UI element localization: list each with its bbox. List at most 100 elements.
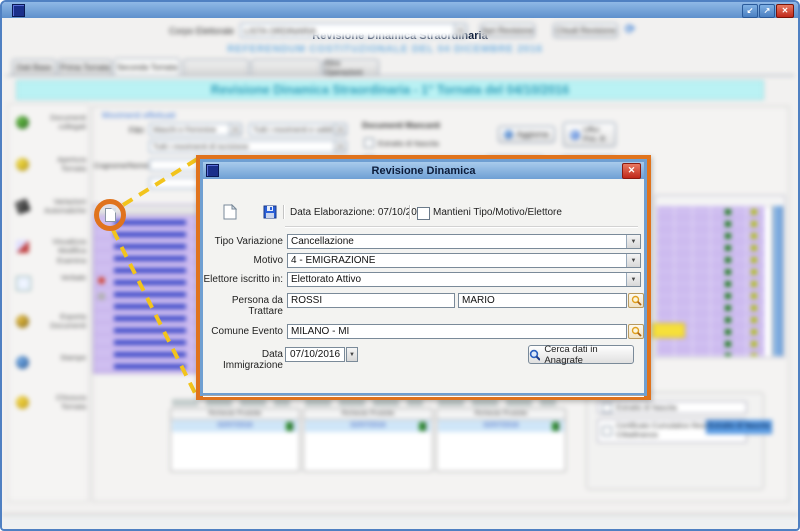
aggiorna-button[interactable]: Aggiorna bbox=[498, 126, 555, 143]
panel-selected-row[interactable]: 02/07/2016 bbox=[438, 420, 564, 432]
comune-search-button[interactable] bbox=[628, 324, 644, 339]
chiudi-revisione-button[interactable]: Chiudi Revisione bbox=[553, 23, 618, 38]
tab-seconda-tornata[interactable]: Seconda Tornata bbox=[114, 58, 180, 75]
mantieni-checkbox-icon[interactable] bbox=[417, 207, 430, 220]
caption-strip bbox=[305, 399, 423, 406]
corpo-elettorale-combo[interactable]: LISTA ORDINARIA ▼ bbox=[240, 23, 467, 38]
sidebar-item-label: Esporta Documenti bbox=[36, 312, 86, 331]
window-content: Corpo Elettorale LISTA ORDINARIA ▼ Apri … bbox=[2, 18, 798, 529]
tipo-variazione-combo[interactable]: Cancellazione ▼ bbox=[287, 234, 641, 249]
tipo-variazione-label: Tipo Variazione bbox=[203, 236, 283, 247]
refresh-icon[interactable]: ⟳ bbox=[625, 22, 638, 37]
green-doc-icon bbox=[419, 422, 426, 431]
panel-selected-row[interactable]: 02/07/2016 bbox=[172, 420, 298, 432]
elettore-iscritto-combo[interactable]: Elettorato Attivo ▼ bbox=[287, 272, 641, 287]
richieste-panel-1[interactable]: Richieste Prodotte 02/07/2016 bbox=[170, 408, 300, 472]
aggiorna-label: Aggiorna bbox=[516, 130, 548, 139]
print-icon bbox=[16, 356, 29, 369]
chevron-down-icon[interactable]: ▼ bbox=[229, 124, 241, 135]
checkbox-icon[interactable] bbox=[602, 403, 612, 413]
search-icon bbox=[631, 295, 642, 306]
elettore-iscritto-label: Elettore iscritto in: bbox=[203, 274, 283, 285]
chevron-down-icon[interactable]: ▼ bbox=[626, 235, 640, 248]
elettore-iscritto-value: Elettorato Attivo bbox=[291, 274, 361, 285]
filter-mov-combo[interactable]: Tutti i movimenti e validi▼ bbox=[249, 123, 347, 136]
sidebar-item-apertura-tornata[interactable]: Apertura Tornata bbox=[10, 150, 86, 184]
pen-icon bbox=[14, 198, 31, 215]
save-icon[interactable] bbox=[263, 204, 277, 219]
sidebar-item-chiusura-tornata[interactable]: Chiusura Tornata bbox=[10, 388, 86, 422]
highlight-circle bbox=[94, 199, 126, 231]
apri-revisione-button[interactable]: Apri Revisione bbox=[480, 23, 535, 38]
close-session-icon bbox=[16, 396, 29, 409]
tab-blank-1[interactable] bbox=[183, 59, 249, 75]
tab-altre-operazioni[interactable]: Altre Operazioni bbox=[323, 59, 379, 75]
tab-prima-tornata[interactable]: Prima Tornata bbox=[58, 59, 112, 75]
panel-selected-row[interactable]: 02/07/2016 bbox=[305, 420, 431, 432]
app-icon bbox=[12, 4, 25, 17]
export-icon bbox=[16, 315, 29, 328]
sidebar-item-documenti-collegati[interactable]: Documenti collegati bbox=[10, 108, 86, 142]
sidebar-item-label: Stampe bbox=[36, 353, 86, 362]
estratto-tooltip: Estratto di Nascita bbox=[706, 420, 772, 434]
chevron-down-icon[interactable]: ▼ bbox=[334, 124, 346, 135]
chevron-down-icon[interactable]: ▼ bbox=[454, 24, 466, 37]
richieste-panel-2[interactable]: Richieste Prodotte 02/07/2016 bbox=[303, 408, 433, 472]
checkbox-icon[interactable] bbox=[602, 426, 612, 436]
panel-header: Richieste Prodotte bbox=[171, 409, 299, 420]
nome-field[interactable]: MARIO bbox=[458, 293, 627, 308]
sidebar-item-stampe[interactable]: Stampe bbox=[10, 348, 86, 382]
green-doc-icon bbox=[286, 422, 293, 431]
movimenti-title: Movimenti effettuati bbox=[102, 110, 176, 120]
filter-sex-combo[interactable]: Maschi e Femmine▼ bbox=[149, 123, 242, 136]
chk-estratto-box[interactable]: Estratto di Nascita bbox=[597, 401, 747, 414]
chk-label: Estratto di Nascita bbox=[378, 139, 439, 148]
richieste-panel-3[interactable]: Richieste Prodotte 02/07/2016 bbox=[436, 408, 566, 472]
chevron-down-icon[interactable]: ▼ bbox=[626, 254, 640, 267]
dialog-close-icon[interactable]: ✕ bbox=[622, 163, 641, 179]
motivo-combo[interactable]: 4 - EMIGRAZIONE ▼ bbox=[287, 253, 641, 268]
checkbox-icon[interactable] bbox=[364, 138, 374, 148]
filter-mov-value: Tutti i movimenti e validi bbox=[253, 125, 333, 134]
sidebar-item-esporta-documenti[interactable]: Esporta Documenti bbox=[10, 307, 86, 341]
data-immigrazione-field[interactable]: 07/10/2016 bbox=[285, 347, 345, 362]
documenti-mancanti-label: Documenti Mancanti bbox=[362, 121, 440, 130]
filtri-label: Filtri bbox=[114, 126, 144, 135]
comune-evento-field[interactable]: MILANO - MI bbox=[287, 324, 627, 339]
sidebar-item-verbale[interactable]: Verbale bbox=[10, 268, 86, 302]
table-scrollbar[interactable] bbox=[772, 206, 783, 356]
cerca-dati-anagrafe-button[interactable]: Cerca dati in Anagrafe bbox=[528, 345, 634, 364]
restore-icon[interactable]: ↙ bbox=[742, 4, 758, 18]
date-dropdown-icon[interactable]: ▼ bbox=[346, 347, 358, 362]
filter-iscrizione-combo[interactable]: Tutti i movimenti di iscrizione ▼ bbox=[149, 140, 347, 153]
tab-blank-2[interactable] bbox=[251, 59, 321, 75]
data-immigrazione-label: Data Immigrazione bbox=[203, 349, 283, 371]
cognome-field[interactable]: ROSSI bbox=[287, 293, 455, 308]
panel-header: Richieste Prodotte bbox=[304, 409, 432, 420]
panel-header: Richieste Prodotte bbox=[437, 409, 565, 420]
sidebar-item-label: Verbale bbox=[36, 273, 86, 282]
caption-strip bbox=[172, 399, 290, 406]
new-document-icon[interactable] bbox=[223, 204, 237, 220]
toolbar-separator bbox=[409, 205, 410, 219]
tipo-variazione-value: Cancellazione bbox=[291, 236, 354, 247]
search-icon bbox=[631, 326, 642, 337]
toolbar-separator bbox=[283, 205, 284, 219]
chevron-down-icon[interactable]: ▼ bbox=[334, 141, 346, 152]
chk-estratto-nascita[interactable]: Estratto di Nascita bbox=[364, 138, 439, 148]
tab-dati-base[interactable]: Dati Base bbox=[12, 59, 56, 75]
dialog-status-separator bbox=[203, 395, 644, 396]
toolbar-underline bbox=[285, 226, 638, 227]
sidebar-item-variazioni-automatiche[interactable]: Variazioni Automatiche bbox=[10, 192, 86, 226]
dialog-title: Revisione Dinamica bbox=[203, 165, 644, 177]
maximize-icon[interactable]: ↗ bbox=[759, 4, 775, 18]
comune-evento-label: Comune Evento bbox=[203, 326, 283, 337]
sidebar-item-visualizza-modifica[interactable]: Visualizza Modifica Esamina bbox=[10, 232, 86, 266]
filter-iscrizione-value: Tutti i movimenti di iscrizione bbox=[153, 142, 249, 151]
uffici-button[interactable]: Uffici Pos. B bbox=[563, 122, 616, 147]
chevron-down-icon[interactable]: ▼ bbox=[626, 273, 640, 286]
yellow-highlight bbox=[652, 323, 685, 338]
persona-search-button[interactable] bbox=[628, 293, 644, 308]
close-icon[interactable]: ✕ bbox=[776, 4, 794, 18]
dialog-titlebar: Revisione Dinamica ✕ bbox=[203, 162, 644, 179]
